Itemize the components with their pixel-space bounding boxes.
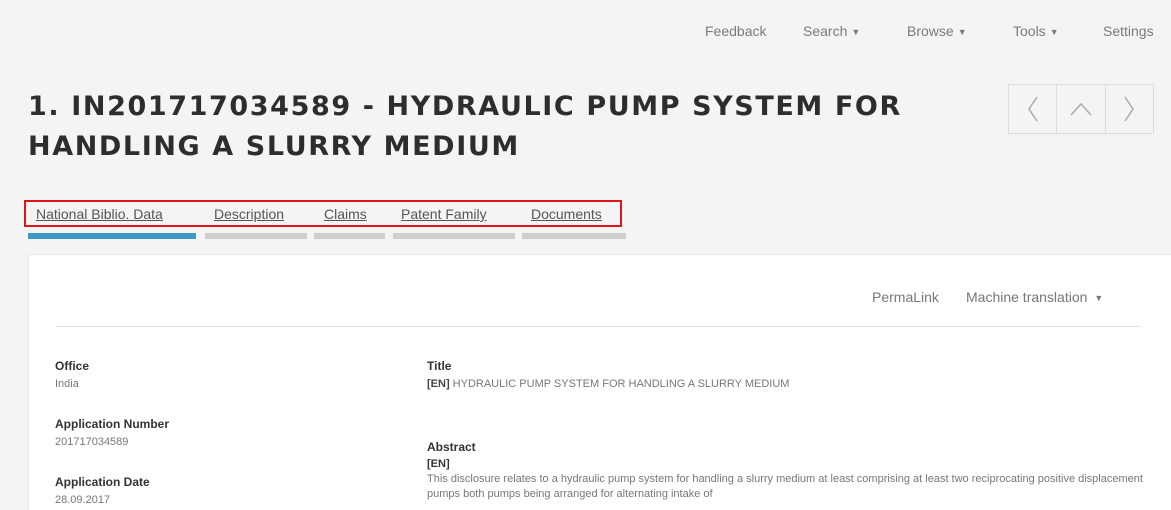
result-pager	[1008, 84, 1154, 134]
feedback-link[interactable]: Feedback	[705, 23, 766, 39]
divider	[56, 326, 1140, 327]
previous-result-button[interactable]	[1009, 85, 1058, 133]
search-menu-label: Search	[803, 23, 848, 39]
search-menu[interactable]: Search ▼	[803, 23, 860, 39]
browse-menu[interactable]: Browse ▼	[907, 23, 967, 39]
permalink-link[interactable]: PermaLink	[872, 289, 939, 305]
application-number-label: Application Number	[55, 417, 170, 431]
caret-down-icon: ▼	[1094, 293, 1104, 303]
abstract-text: This disclosure relates to a hydraulic p…	[427, 473, 1143, 500]
back-to-list-button[interactable]	[1057, 85, 1106, 133]
tab-patent-family[interactable]: Patent Family	[401, 206, 487, 222]
application-date-value: 28.09.2017	[55, 494, 111, 506]
tab-indicator	[314, 233, 385, 239]
office-label: Office	[55, 359, 90, 373]
tab-claims[interactable]: Claims	[324, 206, 367, 222]
tools-menu[interactable]: Tools ▼	[1013, 23, 1059, 39]
next-result-button[interactable]	[1106, 85, 1153, 133]
office-value: India	[55, 378, 79, 390]
chevron-right-icon	[1124, 96, 1135, 122]
caret-down-icon: ▼	[957, 27, 967, 37]
chevron-up-icon	[1070, 102, 1092, 116]
tab-description[interactable]: Description	[214, 206, 284, 222]
settings-link[interactable]: Settings	[1103, 23, 1154, 39]
tab-indicator	[393, 233, 515, 239]
tab-indicator-active	[28, 233, 196, 239]
abstract-label: Abstract	[427, 440, 476, 454]
tools-menu-label: Tools	[1013, 23, 1046, 39]
title-language-tag: [EN]	[427, 378, 450, 390]
caret-down-icon: ▼	[851, 27, 861, 37]
tab-indicator	[522, 233, 626, 239]
chevron-left-icon	[1027, 96, 1038, 122]
top-navigation: Feedback Search ▼ Browse ▼ Tools ▼ Settings	[0, 23, 1171, 43]
tab-documents[interactable]: Documents	[531, 206, 602, 222]
machine-translation-label: Machine translation	[966, 289, 1088, 305]
title-label: Title	[427, 359, 452, 373]
tab-national-biblio-data[interactable]: National Biblio. Data	[36, 206, 163, 222]
tab-indicator	[205, 233, 307, 239]
page-title: 1. IN201717034589 - HYDRAULIC PUMP SYSTE…	[28, 91, 902, 162]
browse-menu-label: Browse	[907, 23, 954, 39]
machine-translation-menu[interactable]: Machine translation ▼	[966, 289, 1103, 305]
abstract-language-tag: [EN]	[427, 458, 450, 470]
application-number-value: 201717034589	[55, 436, 129, 448]
title-value: [EN] HYDRAULIC PUMP SYSTEM FOR HANDLING …	[427, 378, 789, 390]
title-text: HYDRAULIC PUMP SYSTEM FOR HANDLING A SLU…	[452, 378, 790, 390]
caret-down-icon: ▼	[1049, 27, 1059, 37]
application-date-label: Application Date	[55, 475, 150, 489]
